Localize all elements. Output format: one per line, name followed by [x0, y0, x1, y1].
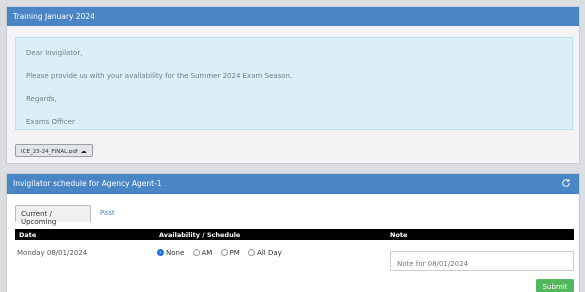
- table-header: Date Availability / Schedule Note: [15, 229, 574, 240]
- refresh-icon[interactable]: [561, 178, 571, 188]
- radio-pm[interactable]: [220, 249, 228, 256]
- cloud-download-icon: ☁: [80, 148, 87, 155]
- schedule-panel-title: Invigilator schedule for Agency Agent-1: [13, 179, 162, 188]
- message-body: Please provide us with your availability…: [26, 72, 293, 80]
- option-all-day-label: All Day: [257, 249, 282, 257]
- option-none-label: None: [166, 249, 185, 257]
- option-am[interactable]: AM: [192, 249, 213, 257]
- message-greeting: Dear Invigilator,: [26, 49, 83, 57]
- message-closing: Regards,: [26, 95, 57, 103]
- option-am-label: AM: [201, 249, 213, 257]
- radio-all-day[interactable]: [248, 249, 256, 256]
- tab-current-upcoming[interactable]: Current / Upcoming: [15, 205, 91, 226]
- message-signature: Exams Officer: [26, 118, 75, 126]
- option-all-day[interactable]: All Day: [248, 249, 282, 257]
- training-panel: Training January 2024 Dear Invigilator, …: [6, 6, 580, 164]
- column-note: Note: [390, 231, 408, 239]
- column-availability: Availability / Schedule: [159, 231, 241, 239]
- option-pm-label: PM: [229, 249, 240, 257]
- message-box: Dear Invigilator, Please provide us with…: [15, 37, 573, 130]
- column-date: Date: [19, 231, 37, 239]
- attachment-button[interactable]: ICE_23-24_FINAL.pdf ☁: [15, 144, 93, 157]
- submit-button[interactable]: Submit: [536, 279, 574, 292]
- option-none[interactable]: None: [157, 249, 184, 257]
- tab-past[interactable]: Past: [95, 205, 120, 222]
- training-panel-title: Training January 2024: [7, 7, 579, 26]
- availability-options: None AM PM All Day: [157, 249, 288, 257]
- row-date: Monday 08/01/2024: [17, 249, 88, 257]
- radio-none[interactable]: [157, 249, 164, 256]
- schedule-panel-header: Invigilator schedule for Agency Agent-1: [7, 174, 579, 194]
- schedule-panel: Invigilator schedule for Agency Agent-1 …: [6, 173, 580, 292]
- attachment-filename: ICE_23-24_FINAL.pdf: [21, 149, 78, 155]
- note-input[interactable]: [390, 251, 574, 271]
- option-pm[interactable]: PM: [220, 249, 240, 257]
- radio-am[interactable]: [192, 249, 200, 256]
